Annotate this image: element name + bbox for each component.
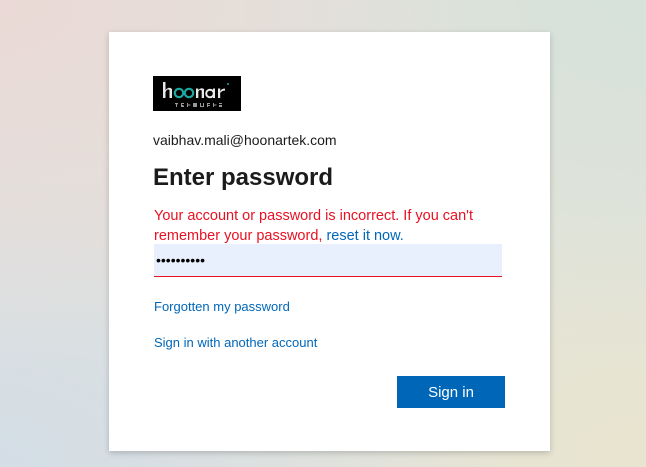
another-account-link[interactable]: Sign in with another account — [154, 335, 317, 350]
signin-card: vaibhav.mali@hoonartek.com Enter passwor… — [109, 32, 550, 451]
sign-in-button[interactable]: Sign in — [397, 376, 505, 408]
page-title: Enter password — [153, 164, 334, 191]
account-email: vaibhav.mali@hoonartek.com — [153, 132, 337, 148]
hoonar-logo-icon — [153, 76, 241, 111]
error-message: Your account or password is incorrect. I… — [154, 206, 514, 246]
password-input[interactable] — [154, 244, 502, 277]
reset-password-link[interactable]: reset it now. — [326, 228, 403, 244]
company-logo — [153, 76, 241, 111]
error-text: Your account or password is incorrect. I… — [154, 208, 473, 244]
forgot-password-link[interactable]: Forgotten my password — [154, 299, 290, 314]
